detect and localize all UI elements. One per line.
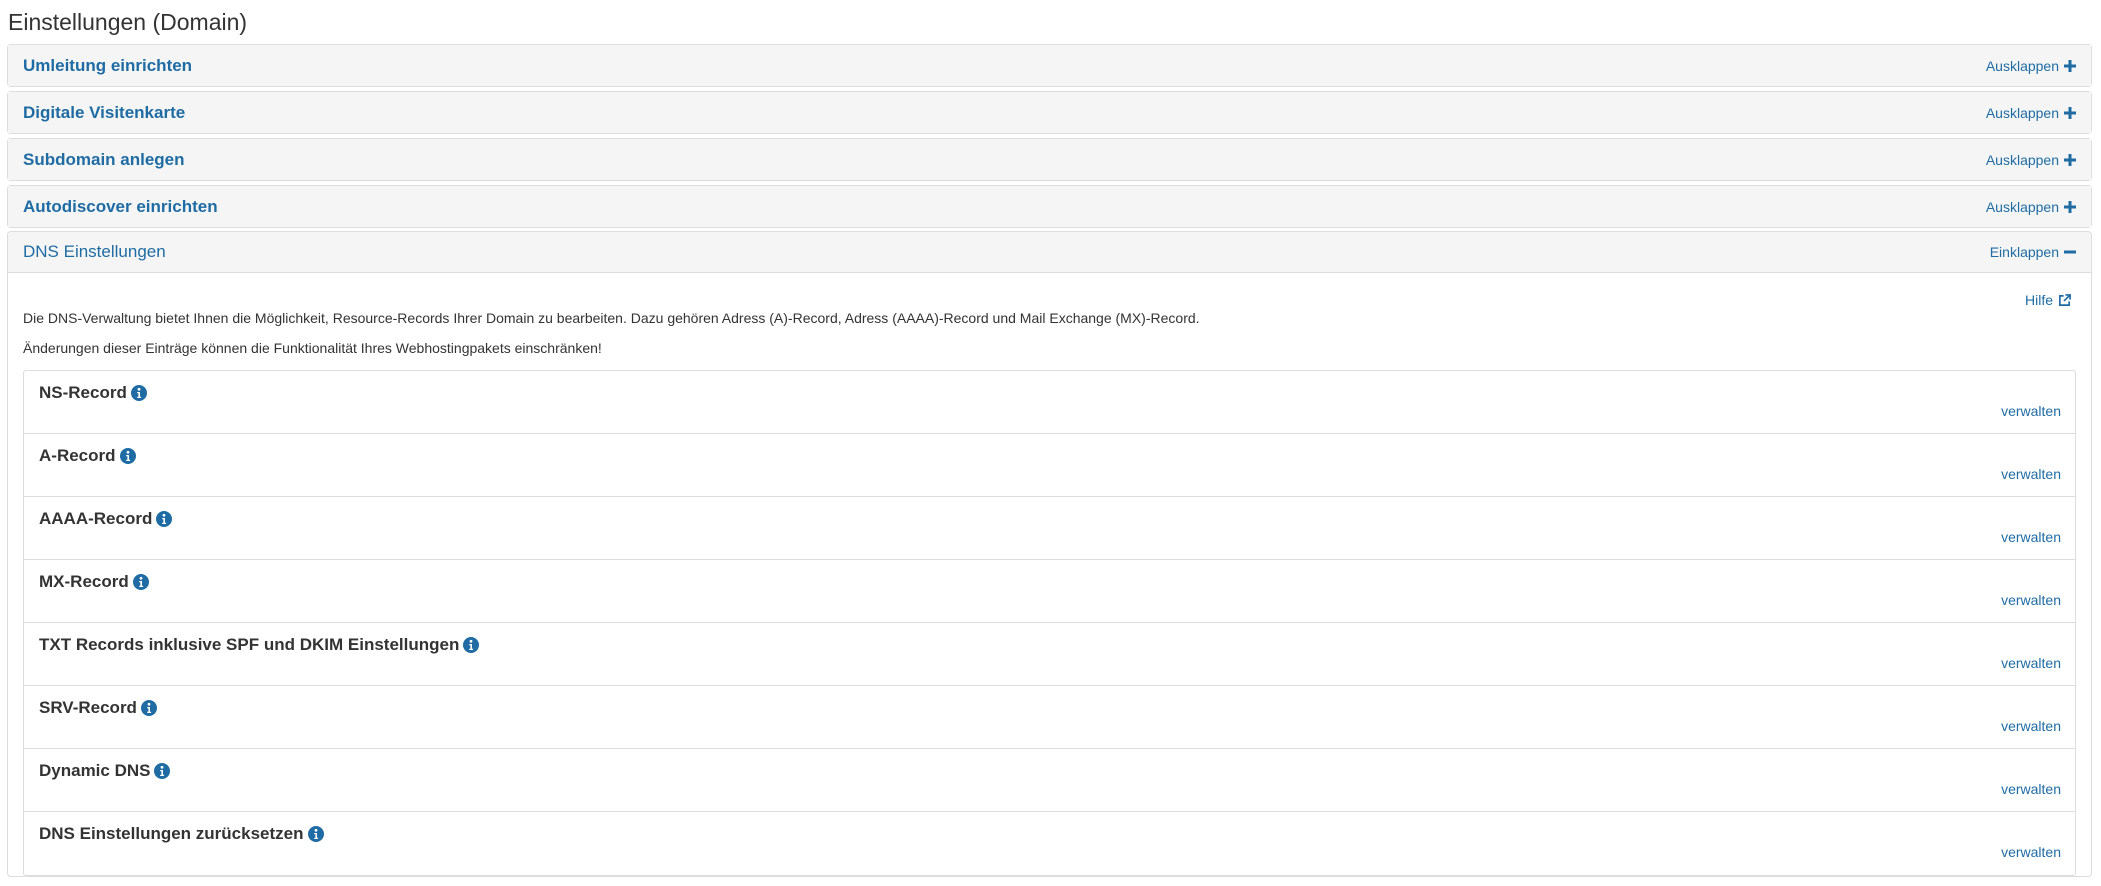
manage-link[interactable]: verwalten xyxy=(2001,843,2061,861)
expand-toggle[interactable]: Ausklappen xyxy=(1986,105,2076,121)
record-label: AAAA-Record xyxy=(39,509,153,528)
record-row: A-Record verwalten xyxy=(24,434,2075,497)
dns-description: Die DNS-Verwaltung bietet Ihnen die Mögl… xyxy=(23,310,1200,326)
help-link[interactable]: Hilfe xyxy=(2025,292,2071,308)
panel-heading[interactable]: Digitale Visitenkarte Ausklappen xyxy=(8,92,2091,133)
manage-link[interactable]: verwalten xyxy=(2001,780,2061,798)
manage-link[interactable]: verwalten xyxy=(2001,654,2061,672)
dns-record-list: NS-Record verwalten A-Record verwalten A… xyxy=(23,370,2076,876)
info-circle-icon[interactable] xyxy=(156,511,173,527)
record-title: DNS Einstellungen zurücksetzen xyxy=(39,824,324,844)
manage-link[interactable]: verwalten xyxy=(2001,465,2061,483)
manage-link[interactable]: verwalten xyxy=(2001,402,2061,420)
plus-icon xyxy=(2064,106,2076,119)
expand-label: Ausklappen xyxy=(1985,104,2059,121)
record-label: MX-Record xyxy=(39,572,129,591)
panel-title[interactable]: Umleitung einrichten xyxy=(23,56,192,76)
panel-heading[interactable]: Umleitung einrichten Ausklappen xyxy=(8,45,2091,86)
record-title: Dynamic DNS xyxy=(39,761,171,781)
panel-dns: DNS Einstellungen Einklappen Hilfe Die D… xyxy=(7,231,2092,877)
info-circle-icon[interactable] xyxy=(154,763,171,779)
record-row: SRV-Record verwalten xyxy=(24,686,2075,749)
info-circle-icon[interactable] xyxy=(463,637,480,653)
collapse-label: Einklappen xyxy=(1989,244,2059,260)
panel-subdomain: Subdomain anlegen Ausklappen xyxy=(7,138,2092,181)
record-label: SRV-Record xyxy=(39,698,137,717)
record-label: Dynamic DNS xyxy=(39,761,151,780)
record-title: SRV-Record xyxy=(39,698,157,718)
plus-icon xyxy=(2064,153,2076,166)
expand-label: Ausklappen xyxy=(1985,151,2059,168)
info-circle-icon[interactable] xyxy=(130,385,147,401)
plus-icon xyxy=(2064,59,2076,72)
panel-title[interactable]: Subdomain anlegen xyxy=(23,150,185,170)
expand-toggle[interactable]: Ausklappen xyxy=(1986,199,2076,215)
record-row: AAAA-Record verwalten xyxy=(24,497,2075,560)
record-title: AAAA-Record xyxy=(39,509,173,529)
manage-link[interactable]: verwalten xyxy=(2001,528,2061,546)
record-row: MX-Record verwalten xyxy=(24,560,2075,623)
record-label: TXT Records inklusive SPF und DKIM Einst… xyxy=(39,635,460,654)
help-label: Hilfe xyxy=(2024,292,2053,308)
page-title: Einstellungen (Domain) xyxy=(8,9,248,35)
panel-heading[interactable]: DNS Einstellungen Einklappen xyxy=(8,232,2091,273)
expand-toggle[interactable]: Ausklappen xyxy=(1986,58,2076,74)
info-circle-icon[interactable] xyxy=(140,700,157,716)
record-row: TXT Records inklusive SPF und DKIM Einst… xyxy=(24,623,2075,686)
panel-title[interactable]: Autodiscover einrichten xyxy=(23,197,218,217)
panel-umleitung: Umleitung einrichten Ausklappen xyxy=(7,44,2092,87)
record-row: NS-Record verwalten xyxy=(24,371,2075,434)
info-circle-icon[interactable] xyxy=(119,448,136,464)
record-title: A-Record xyxy=(39,446,136,466)
dns-warning: Änderungen dieser Einträge können die Fu… xyxy=(23,340,602,356)
external-link-icon xyxy=(2059,293,2071,306)
collapse-toggle[interactable]: Einklappen xyxy=(1990,244,2076,260)
info-circle-icon[interactable] xyxy=(307,826,324,842)
minus-icon xyxy=(2064,250,2076,254)
expand-label: Ausklappen xyxy=(1985,57,2059,74)
record-title: TXT Records inklusive SPF und DKIM Einst… xyxy=(39,635,480,655)
record-label: A-Record xyxy=(39,446,116,465)
manage-link[interactable]: verwalten xyxy=(2001,591,2061,609)
panel-heading[interactable]: Subdomain anlegen Ausklappen xyxy=(8,139,2091,180)
panel-heading[interactable]: Autodiscover einrichten Ausklappen xyxy=(8,186,2091,227)
expand-toggle[interactable]: Ausklappen xyxy=(1986,152,2076,168)
manage-link[interactable]: verwalten xyxy=(2001,717,2061,735)
info-circle-icon[interactable] xyxy=(132,574,149,590)
record-label: DNS Einstellungen zurücksetzen xyxy=(39,824,304,843)
record-row: Dynamic DNS verwalten xyxy=(24,749,2075,812)
record-label: NS-Record xyxy=(39,383,127,402)
record-row: DNS Einstellungen zurücksetzen verwalten xyxy=(24,812,2075,875)
record-title: NS-Record xyxy=(39,383,147,403)
expand-label: Ausklappen xyxy=(1985,198,2059,215)
panel-title[interactable]: Digitale Visitenkarte xyxy=(23,103,185,123)
record-title: MX-Record xyxy=(39,572,149,592)
panel-autodiscover: Autodiscover einrichten Ausklappen xyxy=(7,185,2092,228)
panel-visitenkarte: Digitale Visitenkarte Ausklappen xyxy=(7,91,2092,134)
panel-title[interactable]: DNS Einstellungen xyxy=(23,242,166,262)
plus-icon xyxy=(2064,200,2076,213)
